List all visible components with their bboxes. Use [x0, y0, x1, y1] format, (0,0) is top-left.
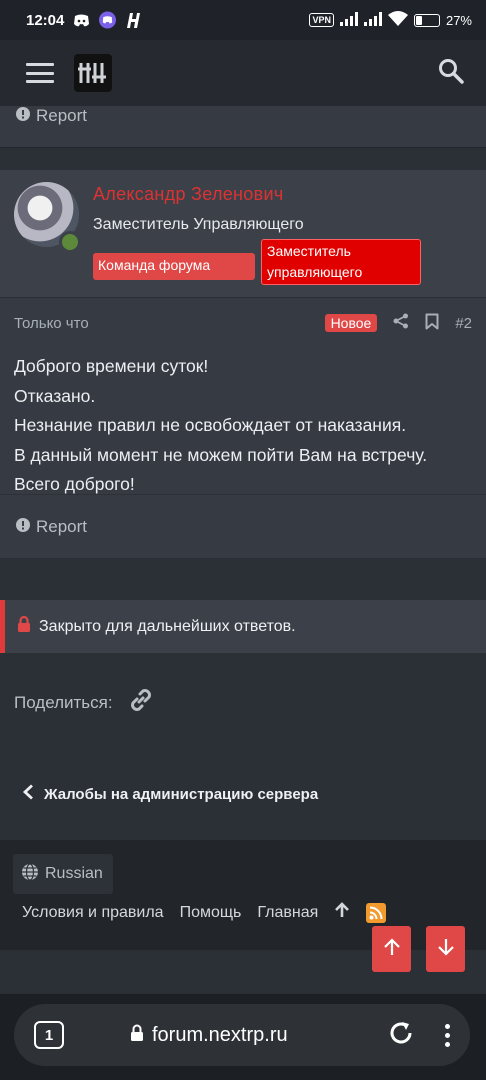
report-button[interactable]: Report [16, 106, 87, 126]
report-label: Report [36, 106, 88, 125]
status-bar: 12:04 VPN 27% [0, 0, 486, 40]
post-time[interactable]: Только что [14, 315, 89, 332]
signal-icon [363, 11, 382, 29]
forum-post: Александр Зеленович Заместитель Управляю… [0, 170, 486, 558]
hamburger-menu-icon[interactable] [26, 63, 54, 83]
status-time: 12:04 [26, 11, 65, 29]
post-author-name[interactable]: Александр Зеленович [93, 184, 421, 205]
battery-percent: 27% [445, 12, 472, 28]
url-field[interactable]: forum.nextrp.ru [130, 1024, 288, 1047]
online-indicator [59, 231, 81, 253]
breadcrumb[interactable]: Жалобы на администрацию сервера [22, 784, 318, 804]
forum-logo[interactable] [74, 54, 112, 92]
post-author-title: Заместитель Управляющего [93, 216, 304, 233]
more-options-icon[interactable] [445, 1023, 450, 1047]
arrow-up-icon [383, 937, 401, 961]
vpn-indicator: VPN [309, 13, 334, 27]
battery-icon [413, 13, 440, 27]
tab-switcher-button[interactable]: 1 [34, 1021, 64, 1049]
forum-header [0, 40, 486, 106]
rss-icon[interactable] [366, 902, 387, 923]
post-footer: Report [0, 494, 486, 558]
arrow-up-icon[interactable] [334, 902, 350, 923]
post-body-line: Незнание правил не освобождает от наказа… [14, 415, 407, 435]
new-badge: Новое [324, 314, 378, 332]
user-badge-deputy-manager: Заместитель управляющего [261, 239, 421, 285]
report-label: Report [36, 516, 88, 536]
user-badge-forum-team: Команда форума [93, 253, 255, 280]
share-label: Поделиться: [14, 692, 113, 712]
post-body-line: Доброго времени суток! [14, 356, 209, 376]
address-bar: 1 forum.nextrp.ru [14, 1004, 470, 1066]
scroll-to-top-button[interactable] [372, 926, 411, 972]
breadcrumb-label: Жалобы на администрацию сервера [44, 785, 319, 803]
page-footer: Russian Условия и правила Помощь Главная [0, 840, 486, 950]
avatar[interactable] [14, 182, 81, 253]
share-icon[interactable] [393, 313, 409, 333]
scroll-to-bottom-button[interactable] [426, 926, 465, 972]
lock-icon [17, 615, 31, 637]
alert-icon [16, 106, 30, 126]
previous-post-footer: Report [0, 106, 486, 148]
post-author-block: Александр Зеленович Заместитель Управляю… [0, 170, 486, 298]
report-button[interactable]: Report [16, 517, 87, 537]
post-body: Доброго времени суток! Отказано. Незнани… [0, 348, 486, 500]
thread-closed-notice: Закрыто для дальнейших ответов. [0, 600, 486, 653]
h-app-icon [125, 12, 142, 29]
footer-link-help[interactable]: Помощь [180, 904, 242, 922]
lock-icon [130, 1024, 144, 1047]
post-body-line: Отказано. [14, 385, 96, 406]
bookmark-icon[interactable] [425, 313, 439, 334]
discord-badge-icon [99, 11, 117, 29]
post-meta: Только что Новое #2 [0, 298, 486, 348]
signal-icon [339, 11, 358, 29]
arrow-down-icon [437, 938, 455, 961]
language-label: Russian [45, 865, 103, 882]
share-row: Поделиться: [14, 686, 155, 719]
footer-link-terms[interactable]: Условия и правила [22, 904, 164, 922]
search-icon[interactable] [438, 58, 464, 89]
globe-icon [21, 862, 39, 886]
discord-icon [73, 12, 90, 29]
link-icon[interactable] [127, 686, 155, 719]
post-body-line: В данный момент не можем пойти Вам на вс… [14, 444, 428, 465]
reload-icon[interactable] [387, 1019, 415, 1052]
post-number[interactable]: #2 [455, 315, 472, 332]
closed-notice-text: Закрыто для дальнейших ответов. [39, 617, 296, 635]
footer-link-home[interactable]: Главная [257, 904, 318, 922]
language-selector[interactable]: Russian [13, 854, 113, 894]
browser-toolbar: 1 forum.nextrp.ru [0, 994, 486, 1080]
alert-icon [16, 517, 30, 537]
chevron-left-icon [22, 784, 34, 804]
wifi-icon [387, 11, 408, 29]
url-text: forum.nextrp.ru [152, 1023, 288, 1046]
tab-count: 1 [44, 1026, 54, 1044]
